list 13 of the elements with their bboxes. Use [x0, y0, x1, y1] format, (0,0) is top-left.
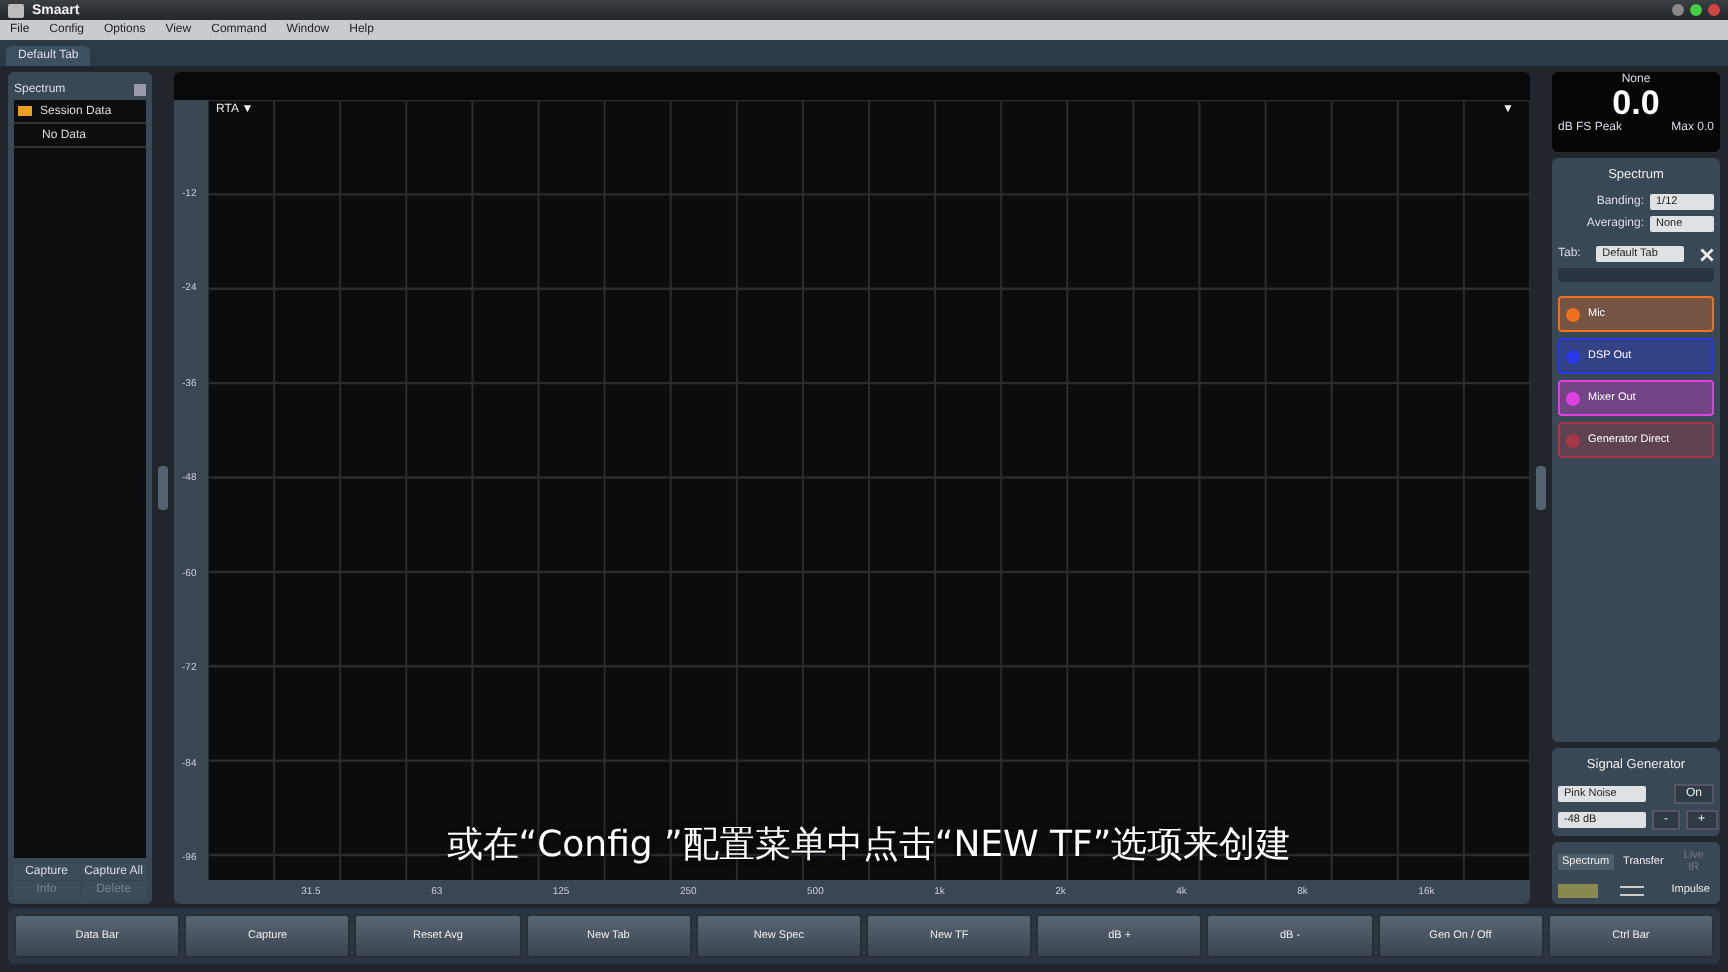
collapse-handle[interactable]: [158, 466, 168, 510]
maximize-icon[interactable]: [1690, 4, 1702, 16]
app-logo-icon: [8, 3, 24, 17]
subtitle: 或在“Config ”配置菜单中点击“NEW TF”选项来创建: [444, 822, 1294, 868]
meter-value: 0.0: [1612, 86, 1660, 122]
spectrum-view-icon[interactable]: [1558, 883, 1598, 897]
minimize-icon[interactable]: [1672, 4, 1684, 16]
close-icon[interactable]: [1708, 4, 1720, 16]
tools-icon[interactable]: [1700, 247, 1714, 261]
trash-icon[interactable]: [134, 83, 146, 95]
collapse-handle[interactable]: [1536, 466, 1546, 510]
folder-icon: [18, 106, 32, 116]
lines-icon[interactable]: [1620, 885, 1645, 895]
